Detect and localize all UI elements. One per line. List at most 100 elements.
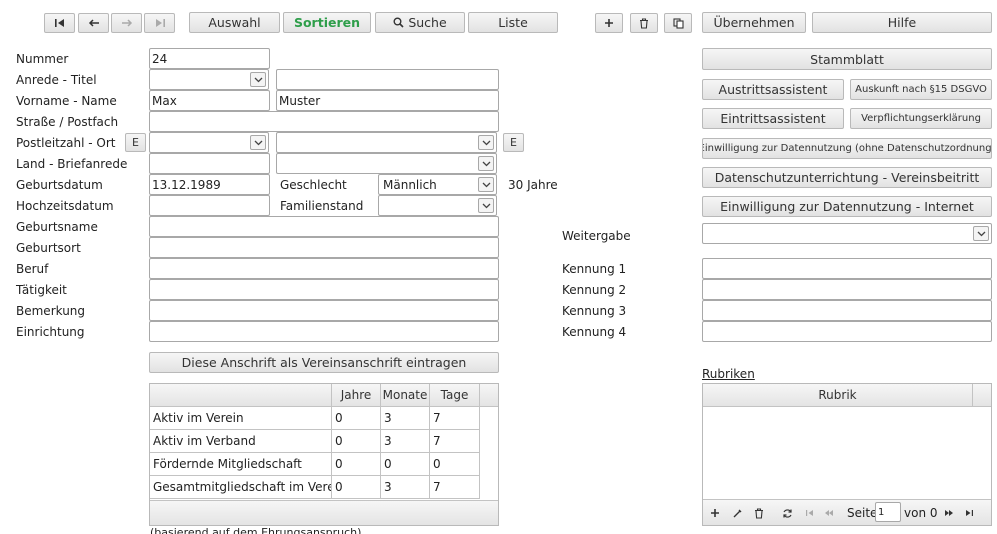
stammblatt-button[interactable]: Stammblatt [702, 48, 992, 70]
chevron-down-icon[interactable] [250, 72, 266, 87]
geburtsdatum-field[interactable]: 13.12.1989 [149, 174, 270, 195]
titel-field[interactable] [276, 69, 499, 90]
first-record-button[interactable] [44, 13, 75, 33]
rubrik-first-page-button[interactable] [803, 506, 817, 520]
einwilligung-ohne-button[interactable]: Einwilligung zur Datennutzung (ohne Date… [702, 138, 992, 159]
last-record-button[interactable] [144, 13, 175, 33]
membership-table: Jahre Monate Tage Aktiv im Verein 0 3 7 … [149, 383, 499, 526]
beruf-label: Beruf [16, 262, 49, 276]
kennung2-label: Kennung 2 [562, 283, 627, 297]
delete-button[interactable] [630, 13, 658, 33]
taetigkeit-field[interactable] [149, 279, 499, 300]
chevron-down-icon[interactable] [250, 135, 266, 150]
last-page-icon [966, 510, 973, 516]
von-label: von 0 [904, 506, 938, 520]
familienstand-select[interactable] [378, 195, 497, 216]
vereinsanschrift-button[interactable]: Diese Anschrift als Vereinsanschrift ein… [149, 352, 499, 373]
rubriken-link[interactable]: Rubriken [702, 367, 755, 381]
table-header-label [150, 384, 332, 407]
kennung1-field[interactable] [702, 258, 992, 279]
chevron-down-icon[interactable] [478, 177, 494, 192]
table-footer-bar [150, 500, 498, 525]
sortieren-button[interactable]: Sortieren [283, 12, 371, 33]
vorname-field[interactable]: Max [149, 90, 270, 111]
kennung2-field[interactable] [702, 279, 992, 300]
plus-icon [711, 509, 719, 517]
bemerkung-field[interactable] [149, 300, 499, 321]
weitergabe-select[interactable] [702, 223, 992, 244]
table-header-tage: Tage [430, 384, 480, 407]
kennung4-field[interactable] [702, 321, 992, 342]
chevron-down-icon[interactable] [478, 156, 494, 171]
geschlecht-label: Geschlecht [280, 178, 347, 192]
kennung4-label: Kennung 4 [562, 325, 627, 339]
table-cell: 7 [430, 430, 480, 453]
copy-button[interactable] [664, 13, 692, 33]
ort-e-button[interactable]: E [503, 133, 524, 152]
rubrik-prev-page-button[interactable] [822, 506, 836, 520]
verpflichtungserklaerung-button[interactable]: Verpflichtungserklärung [850, 108, 992, 129]
table-cell: 3 [381, 430, 430, 453]
land-label: Land - Briefanrede [16, 157, 128, 171]
rubrik-edit-button[interactable] [729, 506, 745, 520]
beruf-field[interactable] [149, 258, 499, 279]
first-record-icon [54, 19, 64, 27]
refresh-icon [782, 508, 792, 518]
geschlecht-select[interactable]: Männlich [378, 174, 497, 195]
rubrik-refresh-button[interactable] [779, 506, 795, 520]
first-page-icon [806, 510, 813, 516]
footnote-text: (basierend auf dem Ehrungsanspruch) [150, 526, 362, 534]
liste-button[interactable]: Liste [468, 12, 558, 33]
einrichtung-field[interactable] [149, 321, 499, 342]
seite-field[interactable]: 1 [875, 502, 901, 522]
geburtsname-field[interactable] [149, 216, 499, 237]
plz-e-button[interactable]: E [125, 133, 146, 152]
table-row-label: Fördernde Mitgliedschaft [150, 453, 332, 476]
strasse-field[interactable] [149, 111, 499, 132]
bemerkung-label: Bemerkung [16, 304, 86, 318]
nachname-field[interactable]: Muster [276, 90, 499, 111]
geburtsname-label: Geburtsname [16, 220, 98, 234]
next-record-button[interactable] [111, 13, 142, 33]
eintrittsassistent-button[interactable]: Eintrittsassistent [702, 108, 844, 129]
rubrik-last-page-button[interactable] [962, 506, 976, 520]
rubrik-add-button[interactable] [707, 506, 723, 520]
plz-select[interactable] [149, 132, 269, 153]
rubrik-header-filler [973, 384, 991, 407]
geburtsort-field[interactable] [149, 237, 499, 258]
einwilligung-internet-button[interactable]: Einwilligung zur Datennutzung - Internet [702, 196, 992, 217]
table-header-filler [480, 384, 498, 407]
chevron-down-icon[interactable] [478, 135, 494, 150]
chevron-down-icon[interactable] [973, 226, 989, 241]
datenschutzunterrichtung-button[interactable]: Datenschutzunterrichtung - Vereinsbeitri… [702, 167, 992, 188]
kennung3-field[interactable] [702, 300, 992, 321]
search-icon [393, 17, 404, 28]
auskunft-dsgvo-button[interactable]: Auskunft nach §15 DSGVO [850, 79, 992, 100]
suche-button[interactable]: Suche [375, 12, 465, 33]
nummer-label: Nummer [16, 52, 69, 66]
austrittsassistent-button[interactable]: Austrittsassistent [702, 79, 844, 100]
previous-record-button[interactable] [78, 13, 109, 33]
table-cell: 7 [430, 407, 480, 430]
uebernehmen-button[interactable]: Übernehmen [702, 12, 806, 33]
ort-select[interactable] [276, 132, 497, 153]
einrichtung-label: Einrichtung [16, 325, 85, 339]
table-cell: 0 [332, 476, 381, 499]
hilfe-button[interactable]: Hilfe [812, 12, 992, 33]
rubrik-next-page-button[interactable] [942, 506, 956, 520]
table-row-label: Aktiv im Verein [150, 407, 332, 430]
anrede-select[interactable] [149, 69, 269, 90]
briefanrede-select[interactable] [276, 153, 497, 174]
rubrik-delete-button[interactable] [751, 506, 767, 520]
geschlecht-value: Männlich [383, 177, 437, 192]
nummer-field[interactable]: 24 [149, 48, 270, 69]
land-field[interactable] [149, 153, 270, 174]
geburtsdatum-label: Geburtsdatum [16, 178, 103, 192]
add-button[interactable] [595, 13, 623, 33]
pencil-icon [733, 509, 741, 517]
hochzeit-field[interactable] [149, 195, 270, 216]
kennung3-label: Kennung 3 [562, 304, 627, 318]
chevron-down-icon[interactable] [478, 198, 494, 213]
table-header-monate: Monate [381, 384, 430, 407]
auswahl-button[interactable]: Auswahl [189, 12, 280, 33]
